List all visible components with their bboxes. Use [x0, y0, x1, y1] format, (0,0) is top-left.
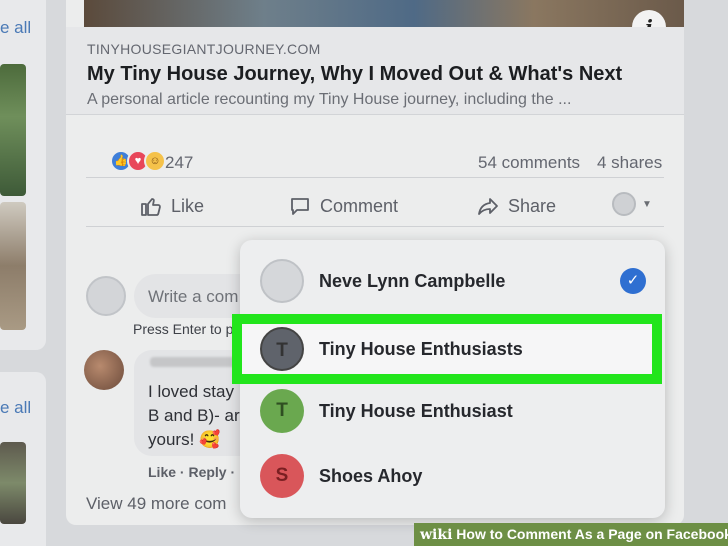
menu-item-tiny-house-enthusiasts[interactable]: T Tiny House Enthusiasts [240, 318, 665, 380]
menu-item-neve[interactable]: Neve Lynn Campbelle ✓ [240, 250, 665, 312]
reaction-count[interactable]: 247 [165, 153, 193, 173]
comment-placeholder: Write a com [148, 287, 239, 306]
photo-thumbnail[interactable] [0, 64, 26, 196]
avatar: T [260, 327, 304, 371]
avatar: T [260, 389, 304, 433]
see-all-link[interactable]: e all [0, 398, 31, 418]
menu-item-label: Shoes Ahoy [319, 465, 423, 486]
avatar: S [260, 454, 304, 498]
watermark: wiki How to Comment As a Page on Faceboo… [414, 523, 728, 546]
link-description: A personal article recounting my Tiny Ho… [87, 91, 572, 108]
watermark-brand: wiki [420, 527, 453, 543]
avatar [612, 192, 636, 216]
watermark-text: How to Comment As a Page on Facebook [456, 526, 728, 542]
share-label: Share [508, 195, 557, 216]
thumbs-up-icon [141, 198, 161, 216]
menu-item-label: Tiny House Enthusiast [319, 400, 513, 421]
photo-thumbnail[interactable] [0, 202, 26, 330]
menu-item-label: Tiny House Enthusiasts [319, 338, 523, 359]
like-button[interactable]: Like [139, 193, 204, 219]
caret-down-icon: ▼ [642, 198, 652, 210]
avatar [260, 259, 304, 303]
photo-thumbnail[interactable] [0, 442, 26, 524]
comment-label: Comment [320, 195, 399, 216]
link-preview-image[interactable] [84, 0, 684, 27]
menu-item-shoes-ahoy[interactable]: S Shoes Ahoy [240, 445, 665, 507]
speech-bubble-icon [291, 198, 309, 215]
divider [86, 177, 664, 178]
comments-count[interactable]: 54 comments [478, 153, 580, 173]
care-icon: ☺ [144, 150, 166, 172]
share-arrow-icon [478, 198, 498, 215]
avatar[interactable] [84, 350, 124, 390]
avatar[interactable] [86, 276, 126, 316]
share-button[interactable]: Share [476, 193, 556, 219]
menu-item-tiny-house-enthusiast[interactable]: T Tiny House Enthusiast [240, 380, 665, 442]
comment-button[interactable]: Comment [288, 193, 398, 219]
checkmark-icon: ✓ [620, 268, 646, 294]
link-title[interactable]: My Tiny House Journey, Why I Moved Out &… [87, 63, 622, 86]
like-label: Like [171, 195, 205, 216]
divider [86, 226, 664, 227]
view-more-comments-link[interactable]: View 49 more com [86, 494, 226, 514]
link-domain: TINYHOUSEGIANTJOURNEY.COM [87, 41, 321, 57]
comment-actions[interactable]: Like · Reply · [148, 464, 235, 480]
link-preview[interactable]: TINYHOUSEGIANTJOURNEY.COM My Tiny House … [66, 27, 684, 115]
page-switcher-button[interactable]: ▼ [612, 192, 652, 216]
menu-item-label: Neve Lynn Campbelle [319, 270, 506, 291]
press-enter-hint: Press Enter to p [133, 321, 234, 337]
see-all-link[interactable]: e all [0, 18, 31, 38]
shares-count[interactable]: 4 shares [597, 153, 662, 173]
